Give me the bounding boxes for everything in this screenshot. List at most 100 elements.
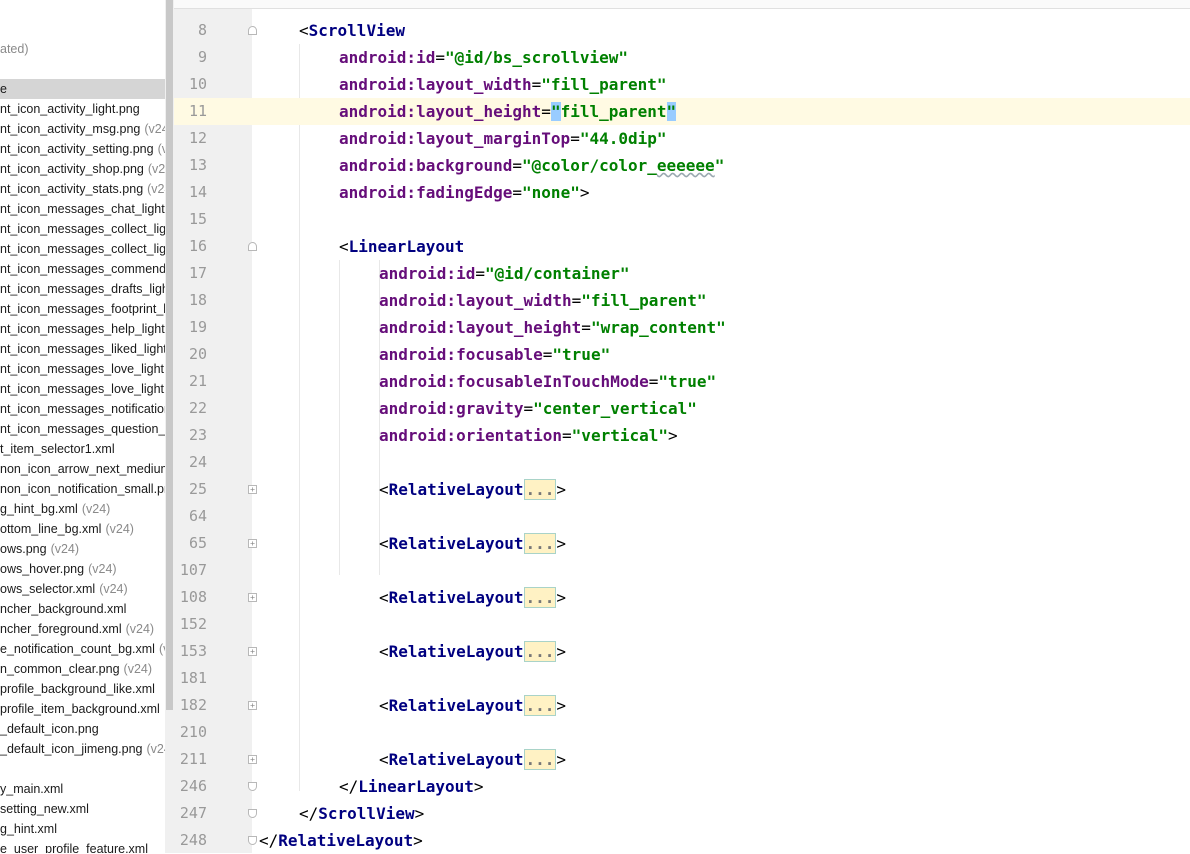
code-text[interactable]: android:layout_height="wrap_content" [259,314,726,341]
tree-item[interactable]: ncher_background.xml [0,599,165,619]
tree-item[interactable]: ncher_foreground.xml (v24) [0,619,165,639]
fold-collapse-icon[interactable] [248,242,257,251]
project-tree-scrollbar[interactable] [165,0,174,853]
code-text[interactable]: android:layout_marginTop="44.0dip" [259,125,667,152]
tree-item[interactable]: ows_selector.xml (v24) [0,579,165,599]
code-line[interactable]: 18 android:layout_width="fill_parent" [174,287,1190,314]
tree-item[interactable]: y_main.xml [0,779,165,799]
folded-region-placeholder[interactable]: ... [523,695,557,716]
tree-item[interactable]: ated) [0,39,165,59]
code-line[interactable]: 13 android:background="@color/color_eeeee… [174,152,1190,179]
fold-expand-icon[interactable]: + [248,593,257,602]
tree-item[interactable]: non_icon_notification_small.png [0,479,165,499]
code-text[interactable]: android:layout_width="fill_parent" [259,287,707,314]
tree-item[interactable]: nt_icon_activity_stats.png(v24) [0,179,165,199]
code-line[interactable]: 19 android:layout_height="wrap_content" [174,314,1190,341]
tree-item[interactable]: nt_icon_activity_light.png [0,99,165,119]
code-text[interactable]: </LinearLayout> [259,773,484,800]
fold-collapse-icon[interactable] [248,782,257,791]
code-text[interactable]: android:id="@id/bs_scrollview" [259,44,628,71]
tree-item[interactable]: ows_hover.png (v24) [0,559,165,579]
code-line[interactable]: 12 android:layout_marginTop="44.0dip" [174,125,1190,152]
code-text[interactable]: android:gravity="center_vertical" [259,395,697,422]
tree-item[interactable]: profile_background_like.xml [0,679,165,699]
code-line[interactable]: 14 android:fadingEdge="none"> [174,179,1190,206]
code-line[interactable]: 10 android:layout_width="fill_parent" [174,71,1190,98]
tree-item[interactable]: setting_new.xml [0,799,165,819]
code-editor[interactable]: 8 <ScrollView 9 android:id="@id/bs_scrollvi… [174,0,1190,853]
code-line[interactable]: 246 </LinearLayout> [174,773,1190,800]
code-line[interactable]: 108 + <RelativeLayout... > [174,584,1190,611]
code-line[interactable]: 107 [174,557,1190,584]
tree-item[interactable]: nt_icon_messages_help_light.p [0,319,165,339]
fold-collapse-icon[interactable] [248,809,257,818]
tree-item[interactable]: nt_icon_messages_love_light.p [0,359,165,379]
tree-item[interactable]: nt_icon_activity_setting.png(v2 [0,139,165,159]
fold-expand-icon[interactable]: + [248,647,257,656]
code-line[interactable]: 65 + <RelativeLayout... > [174,530,1190,557]
code-line[interactable]: 24 [174,449,1190,476]
code-line-current[interactable]: 11 android:layout_height="fill_parent" [174,98,1190,125]
tree-item[interactable]: nt_icon_messages_love_light1. [0,379,165,399]
code-text[interactable]: android:orientation="vertical"> [259,422,678,449]
code-text[interactable]: android:layout_height="fill_parent" [259,98,677,125]
tree-item[interactable]: nt_icon_messages_collect_light [0,239,165,259]
tree-item[interactable]: non_icon_arrow_next_medium.x [0,459,165,479]
tree-item[interactable]: _default_icon_jimeng.png(v24 [0,739,165,759]
tree-item[interactable]: nt_icon_messages_drafts_light [0,279,165,299]
tree-item[interactable]: _default_icon.png [0,719,165,739]
folded-region-placeholder[interactable]: ... [523,479,557,500]
code-text[interactable]: <RelativeLayout... > [259,476,566,503]
code-text[interactable]: <RelativeLayout... > [259,584,566,611]
tree-item[interactable]: t_item_selector1.xml [0,439,165,459]
tree-item[interactable]: nt_icon_messages_notification_ [0,399,165,419]
code-text[interactable]: <RelativeLayout... > [259,530,566,557]
fold-collapse-icon[interactable] [248,26,257,35]
code-line[interactable]: 211 + <RelativeLayout... > [174,746,1190,773]
code-line[interactable]: 152 [174,611,1190,638]
folded-region-placeholder[interactable]: ... [523,587,557,608]
tree-item[interactable]: nt_icon_activity_shop.png(v24 [0,159,165,179]
code-text[interactable]: </RelativeLayout> [259,827,423,854]
code-line[interactable]: 15 [174,206,1190,233]
code-text[interactable]: <RelativeLayout... > [259,746,566,773]
tree-item[interactable]: profile_item_background.xml [0,699,165,719]
code-line[interactable]: 181 [174,665,1190,692]
fold-expand-icon[interactable]: + [248,701,257,710]
tree-item[interactable]: g_hint.xml [0,819,165,839]
code-text[interactable]: android:layout_width="fill_parent" [259,71,667,98]
code-line[interactable]: 9 android:id="@id/bs_scrollview" [174,44,1190,71]
tree-item[interactable]: nt_icon_messages_collect_light [0,219,165,239]
code-line[interactable]: 16 <LinearLayout [174,233,1190,260]
fold-expand-icon[interactable]: + [248,755,257,764]
tree-item[interactable]: g_hint_bg.xml (v24) [0,499,165,519]
folded-region-placeholder[interactable]: ... [523,749,557,770]
tree-item[interactable]: nt_icon_activity_msg.png(v24) [0,119,165,139]
folded-region-placeholder[interactable]: ... [523,641,557,662]
code-line[interactable]: 182 + <RelativeLayout... > [174,692,1190,719]
code-text[interactable]: android:fadingEdge="none"> [259,179,589,206]
tree-item[interactable]: ows.png (v24) [0,539,165,559]
code-text[interactable]: android:focusable="true" [259,341,610,368]
code-line[interactable]: 153 + <RelativeLayout... > [174,638,1190,665]
tree-item[interactable]: nt_icon_messages_question_lig [0,419,165,439]
code-line[interactable]: 21 android:focusableInTouchMode="true" [174,368,1190,395]
code-line[interactable]: 22 android:gravity="center_vertical" [174,395,1190,422]
tree-item[interactable]: ottom_line_bg.xml (v24) [0,519,165,539]
code-line[interactable]: 17 android:id="@id/container" [174,260,1190,287]
tree-item[interactable]: n_common_clear.png (v24) [0,659,165,679]
code-text[interactable]: android:id="@id/container" [259,260,629,287]
tree-item[interactable]: e_user_profile_feature.xml [0,839,165,853]
tree-item[interactable]: nt_icon_messages_commend_l [0,259,165,279]
fold-expand-icon[interactable]: + [248,539,257,548]
code-line[interactable]: 64 [174,503,1190,530]
code-line[interactable]: 20 android:focusable="true" [174,341,1190,368]
code-text[interactable]: <RelativeLayout... > [259,638,566,665]
code-text[interactable]: <LinearLayout [259,233,464,260]
code-line[interactable]: 248 </RelativeLayout> [174,827,1190,854]
tree-item[interactable]: nt_icon_messages_chat_light.p [0,199,165,219]
fold-expand-icon[interactable]: + [248,485,257,494]
folded-region-placeholder[interactable]: ... [523,533,557,554]
code-line[interactable]: 8 <ScrollView [174,17,1190,44]
code-text[interactable]: android:background="@color/color_eeeeee" [259,152,724,179]
